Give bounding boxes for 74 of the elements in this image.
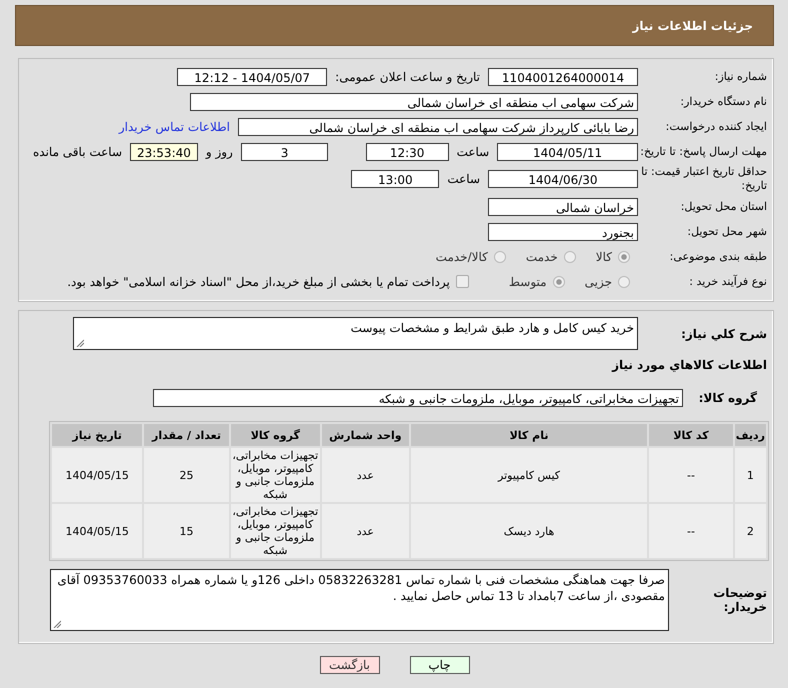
- field-label: تاریخ و ساعت اعلان عمومی:: [335, 70, 480, 84]
- field-label: جزیی: [584, 274, 612, 288]
- text-field[interactable]: 1404/05/11: [497, 142, 638, 160]
- field-label: حداقل تاریخ اعتبار قیمت: تا تاریخ:: [640, 165, 768, 193]
- page-title: جزئیات اطلاعات نیاز: [632, 18, 753, 32]
- field-label: روز و: [206, 144, 233, 158]
- field-label: متوسط: [508, 274, 547, 288]
- radio-button[interactable]: [618, 276, 630, 288]
- field-label: طبقه بندی موضوعی:: [668, 250, 768, 264]
- table-cell: 15: [144, 504, 229, 558]
- area-text: صرفا جهت هماهنگی مشخصات فنی با شماره تماس 05832263281 داخلی 126و یا شماره همراه 09353760033 آقای مقصودی ،از ساعت 7بامداد تا 13 تماس حاصل نمایید .: [56, 572, 665, 604]
- field-label: نوع فرآیند خرید :: [688, 274, 768, 288]
- radio-button[interactable]: [552, 276, 565, 288]
- text-area[interactable]: خرید کیس کامل و هارد طبق شرایط و مشخصات پیوست: [73, 317, 638, 350]
- text-field[interactable]: شرکت سهامی اب منطقه ای خراسان شمالی: [190, 92, 638, 110]
- text-field[interactable]: 12:30: [366, 142, 449, 160]
- table-cell: --: [649, 448, 733, 502]
- table-cell: تجهیزات مخابراتی، کامپیوتر، موبایل، ملزومات جانبی و شبکه: [230, 448, 320, 502]
- column-header: تعداد / مقدار: [144, 424, 229, 446]
- text-field[interactable]: 1104001264000014: [488, 68, 638, 86]
- area-text: خرید کیس کامل و هارد طبق شرایط و مشخصات پیوست: [350, 320, 634, 336]
- text-field[interactable]: 13:00: [351, 170, 440, 188]
- radio-button[interactable]: [494, 250, 506, 262]
- table-cell: 2: [734, 504, 766, 558]
- section-title: اطلاعات كالاهاي مورد نياز: [610, 357, 768, 374]
- field-label: ساعت باقی مانده: [32, 144, 122, 158]
- field-label: ایجاد کننده درخواست:: [664, 120, 768, 134]
- resize-grip-icon[interactable]: [53, 620, 61, 628]
- text-field[interactable]: خراسان شمالی: [488, 198, 638, 216]
- table-cell: عدد: [322, 504, 409, 558]
- field-label: استان محل تحویل:: [680, 200, 768, 214]
- print-button[interactable]: چاپ: [410, 656, 470, 674]
- text-field[interactable]: 23:53:40: [130, 142, 198, 160]
- field-label: کالا/خدمت: [436, 250, 488, 264]
- table-cell: --: [649, 504, 733, 558]
- column-header: تاریخ نیاز: [52, 424, 142, 446]
- column-header: گروه کالا: [230, 424, 320, 446]
- table-cell: هارد دیسک: [410, 504, 648, 558]
- text-field[interactable]: رضا بابائی کارپرداز شرکت سهامی اب منطقه ای خراسان شمالی: [238, 118, 638, 136]
- column-header: ردیف: [734, 424, 766, 446]
- field-label: ساعت: [456, 144, 490, 158]
- field-label: گروه کالا:: [698, 390, 758, 404]
- table-cell: تجهیزات مخابراتی، کامپیوتر، موبایل، ملزومات جانبی و شبکه: [230, 504, 320, 558]
- resize-grip-icon[interactable]: [76, 339, 84, 347]
- contact-link[interactable]: اطلاعات تماس خریدار: [118, 120, 230, 134]
- table-cell: 1404/05/15: [52, 448, 142, 502]
- text-field[interactable]: 3: [240, 142, 328, 160]
- table-cell: 1404/05/15: [52, 504, 142, 558]
- text-area[interactable]: صرفا جهت هماهنگی مشخصات فنی با شماره تماس 05832263281 داخلی 126و یا شماره همراه 09353760033 آقای مقصودی ،از ساعت 7بامداد تا 13 تماس حاصل نمایید .: [50, 569, 669, 631]
- table-cell: عدد: [322, 448, 409, 502]
- column-header: واحد شمارش: [322, 424, 409, 446]
- radio-button[interactable]: [564, 250, 576, 262]
- field-label: شماره نیاز:: [714, 70, 768, 84]
- checkbox[interactable]: [456, 275, 469, 288]
- text-field[interactable]: تجهیزات مخابراتی، کامپیوتر، موبایل، ملزومات جانبی و شبکه: [153, 388, 683, 406]
- field-label: مهلت ارسال پاسخ: تا تاریخ:: [639, 144, 768, 158]
- table-cell: 25: [144, 448, 229, 502]
- back-button[interactable]: بازگشت: [320, 656, 380, 674]
- field-label: پرداخت تمام یا بخشی از مبلغ خرید،از محل "اسناد خزانه اسلامی" خواهد بود.: [67, 274, 450, 288]
- text-field[interactable]: 1404/06/30: [488, 170, 638, 188]
- text-field[interactable]: بجنورد: [488, 222, 638, 240]
- field-label: کالا: [596, 250, 612, 264]
- radio-button[interactable]: [618, 250, 630, 262]
- field-label: خدمت: [526, 250, 558, 264]
- field-label: ساعت: [447, 172, 480, 186]
- column-header: نام کالا: [410, 424, 648, 446]
- column-header: کد کالا: [649, 424, 733, 446]
- field-label: توضیحات خریدار:: [712, 586, 768, 614]
- field-label: نام دستگاه خریدار:: [679, 94, 768, 108]
- text-field[interactable]: 1404/05/07 - 12:12: [177, 68, 328, 86]
- table-cell: کیس کامپیوتر: [410, 448, 648, 502]
- field-label: شرح كلي نياز:: [680, 326, 768, 340]
- field-label: شهر محل تحویل:: [686, 224, 768, 238]
- table-cell: 1: [734, 448, 766, 502]
